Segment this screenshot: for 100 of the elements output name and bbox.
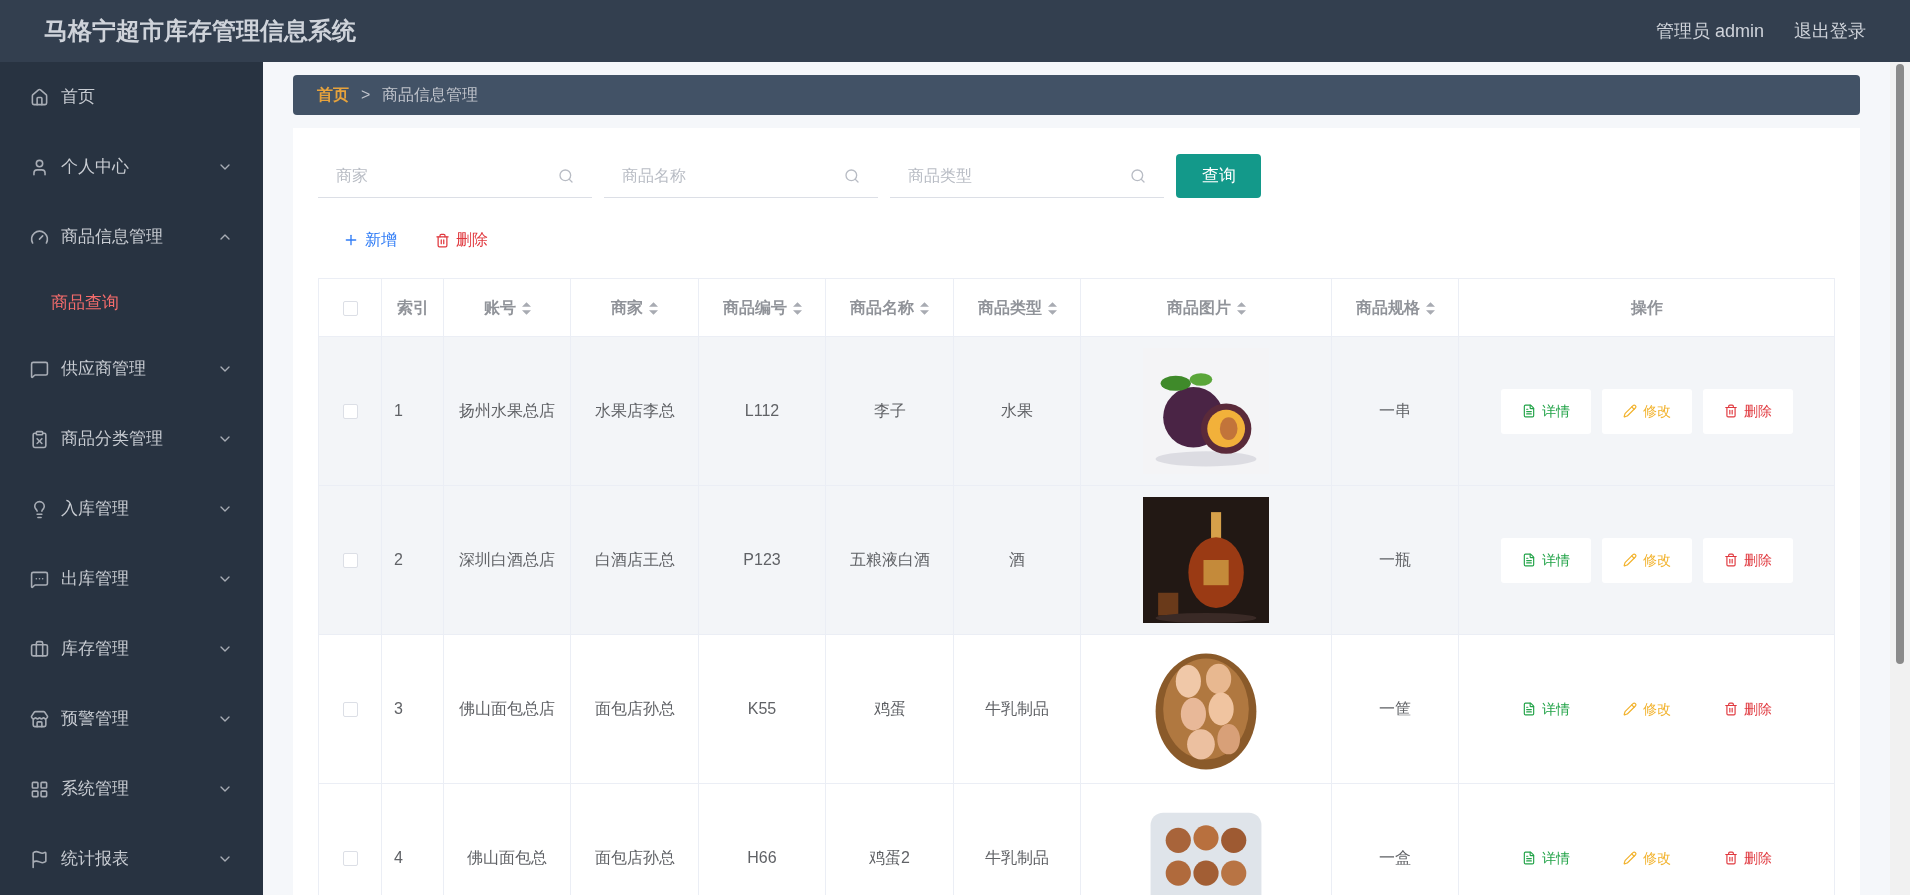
add-button[interactable]: 新增 (343, 228, 397, 252)
table-cell: 深圳白酒总店 (459, 551, 555, 568)
pencil-icon (1622, 553, 1637, 567)
document-icon (1521, 404, 1536, 418)
app-title: 马格宁超市库存管理信息系统 (44, 16, 356, 46)
sidebar-item[interactable]: 统计报表 (0, 824, 263, 894)
column-header: 商品图片 (1166, 298, 1231, 316)
checkbox[interactable] (342, 702, 358, 718)
sidebar-item[interactable]: 入库管理 (0, 474, 263, 544)
document-icon (1521, 851, 1536, 865)
sidebar-item[interactable]: 库存管理 (0, 614, 263, 684)
table-cell: 2 (394, 551, 403, 568)
sort-icon[interactable] (521, 301, 531, 315)
search-icon (1130, 168, 1146, 184)
logout-link[interactable]: 退出登录 (1794, 17, 1866, 45)
table-cell: 水果店李总 (594, 402, 675, 419)
column-header: 商品规格 (1355, 298, 1420, 316)
table-cell: 1 (394, 402, 403, 419)
delete-button[interactable]: 删除 (1702, 686, 1793, 732)
sort-icon[interactable] (920, 301, 929, 315)
sort-icon[interactable] (1047, 301, 1057, 315)
store-icon (30, 709, 49, 729)
breadcrumb-link[interactable]: 首页 (317, 83, 349, 107)
sort-icon[interactable] (649, 301, 658, 315)
table-cell: 3 (394, 700, 403, 717)
breadcrumb-separator: > (361, 85, 371, 105)
table-cell: K55 (747, 700, 777, 717)
table-cell: 一串 (1379, 402, 1411, 419)
delete-button[interactable]: 删除 (1702, 537, 1793, 583)
table-cell: 佛山面包总店 (459, 700, 555, 717)
table-cell: 牛乳制品 (985, 700, 1049, 717)
grid-icon (30, 779, 49, 799)
home-icon (30, 87, 49, 107)
column-header: 账号 (483, 298, 516, 316)
table-cell: 李子 (873, 402, 906, 419)
table-cell: P123 (743, 551, 781, 568)
column-header: 商家 (611, 298, 643, 316)
briefcase-icon (30, 639, 49, 659)
table-cell: 面包店孙总 (594, 849, 675, 866)
clipboard-icon (30, 429, 49, 449)
delete-button[interactable]: 删除 (1702, 388, 1793, 434)
checkbox[interactable] (342, 300, 358, 316)
table-cell: 牛乳制品 (985, 849, 1049, 866)
column-header: 操作 (1630, 298, 1663, 316)
trash-icon (435, 232, 450, 248)
table-cell: 佛山面包总 (467, 849, 547, 866)
search-field[interactable]: 商品类型 (890, 154, 1164, 198)
table-cell: 白酒店王总 (594, 551, 675, 568)
detail-button[interactable]: 详情 (1500, 686, 1591, 732)
sidebar-item[interactable]: 预警管理 (0, 684, 263, 754)
trash-icon (1723, 553, 1738, 567)
sidebar-item[interactable]: 系统管理 (0, 754, 263, 824)
table-cell: 鸡蛋2 (869, 849, 910, 866)
sidebar-item[interactable]: 商品信息管理 (0, 202, 263, 272)
gauge-icon (30, 227, 49, 247)
search-icon (844, 168, 860, 184)
table-cell: H66 (747, 849, 777, 866)
sidebar-item[interactable]: 首页 (0, 62, 263, 132)
sidebar-item[interactable]: 出库管理 (0, 544, 263, 614)
column-header: 商品类型 (977, 298, 1042, 316)
search-field[interactable]: 商品名称 (604, 154, 878, 198)
trash-icon (1723, 404, 1738, 418)
checkbox[interactable] (342, 404, 358, 420)
table-cell: 一筐 (1379, 700, 1411, 717)
table-cell: 一瓶 (1379, 551, 1411, 568)
trash-icon (1723, 851, 1738, 865)
delete-button[interactable]: 删除 (435, 228, 488, 252)
pencil-icon (1622, 702, 1637, 716)
table-cell: L112 (744, 402, 780, 419)
detail-button[interactable]: 详情 (1500, 388, 1591, 434)
sort-icon[interactable] (1236, 301, 1246, 315)
table-cell: 扬州水果总店 (459, 402, 555, 419)
document-icon (1521, 702, 1536, 716)
delete-button[interactable]: 删除 (1702, 835, 1793, 881)
column-header: 商品编号 (722, 298, 787, 316)
sort-icon[interactable] (1425, 301, 1435, 315)
user-label: 管理员 admin (1655, 19, 1764, 43)
search-field[interactable]: 商家 (318, 154, 592, 198)
breadcrumb-link[interactable]: 商品信息管理 (382, 83, 479, 107)
pencil-icon (1622, 404, 1637, 418)
flag-icon (30, 849, 49, 869)
sidebar-item[interactable]: 供应商管理 (0, 334, 263, 404)
table-cell: 水果 (1001, 402, 1033, 419)
sidebar-item[interactable]: 个人中心 (0, 132, 263, 202)
trash-icon (1723, 702, 1738, 716)
table-cell: 鸡蛋 (873, 700, 906, 717)
user-icon (30, 157, 49, 177)
checkbox[interactable] (342, 851, 358, 867)
table-cell: 4 (394, 849, 403, 866)
sidebar-subitem[interactable]: 商品查询 (0, 272, 263, 334)
detail-button[interactable]: 详情 (1500, 835, 1591, 881)
checkbox[interactable] (342, 553, 358, 569)
query-button[interactable]: 查询 (1176, 154, 1261, 198)
plus-icon (343, 232, 359, 248)
sidebar-item[interactable]: 商品分类管理 (0, 404, 263, 474)
detail-button[interactable]: 详情 (1500, 537, 1591, 583)
table-cell: 五粮液白酒 (849, 551, 930, 568)
column-header: 商品名称 (850, 298, 914, 316)
chat-icon (30, 359, 49, 379)
sort-icon[interactable] (792, 301, 802, 315)
